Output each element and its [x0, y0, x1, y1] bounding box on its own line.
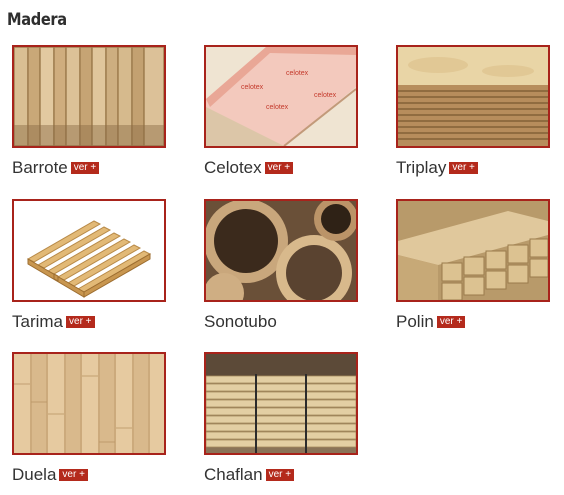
- product-name[interactable]: Chaflan: [204, 465, 263, 485]
- product-duela: Duela ver +: [12, 352, 168, 485]
- triplay-image[interactable]: [396, 45, 550, 148]
- ver-more-button[interactable]: ver +: [59, 469, 88, 481]
- svg-text:celotex: celotex: [241, 84, 264, 91]
- celotex-image[interactable]: celotex celotex celotex celotex: [204, 45, 358, 148]
- product-name[interactable]: Celotex: [204, 158, 262, 178]
- product-triplay: Triplay ver +: [396, 45, 552, 178]
- ver-more-button[interactable]: ver +: [70, 162, 100, 174]
- ver-more-button[interactable]: ver +: [66, 316, 95, 328]
- tarima-image[interactable]: [12, 199, 166, 302]
- ver-more-button[interactable]: ver +: [265, 469, 295, 481]
- duela-image[interactable]: [12, 352, 166, 455]
- product-name[interactable]: Triplay: [396, 158, 446, 178]
- section-title: Madera: [7, 10, 67, 30]
- product-polin: Polin ver +: [396, 199, 552, 332]
- product-name[interactable]: Polin: [396, 312, 434, 332]
- chaflan-image[interactable]: [204, 352, 358, 455]
- svg-text:celotex: celotex: [286, 70, 309, 77]
- product-celotex: celotex celotex celotex celotex Celotex …: [204, 45, 360, 178]
- product-barrote: Barrote ver +: [12, 45, 168, 178]
- product-name[interactable]: Sonotubo: [204, 312, 277, 332]
- product-name[interactable]: Duela: [12, 465, 56, 485]
- barrote-image[interactable]: [12, 45, 166, 148]
- product-name[interactable]: Tarima: [12, 312, 63, 332]
- ver-more-button[interactable]: ver +: [264, 162, 294, 174]
- svg-text:celotex: celotex: [266, 104, 289, 111]
- product-sonotubo: Sonotubo: [204, 199, 360, 332]
- ver-more-button[interactable]: ver +: [436, 316, 466, 328]
- product-name[interactable]: Barrote: [12, 158, 68, 178]
- polin-image[interactable]: [396, 199, 550, 302]
- product-chaflan: Chaflan ver +: [204, 352, 360, 485]
- svg-text:celotex: celotex: [314, 92, 337, 99]
- sonotubo-image[interactable]: [204, 199, 358, 302]
- product-tarima: Tarima ver +: [12, 199, 168, 332]
- ver-more-button[interactable]: ver +: [449, 162, 478, 174]
